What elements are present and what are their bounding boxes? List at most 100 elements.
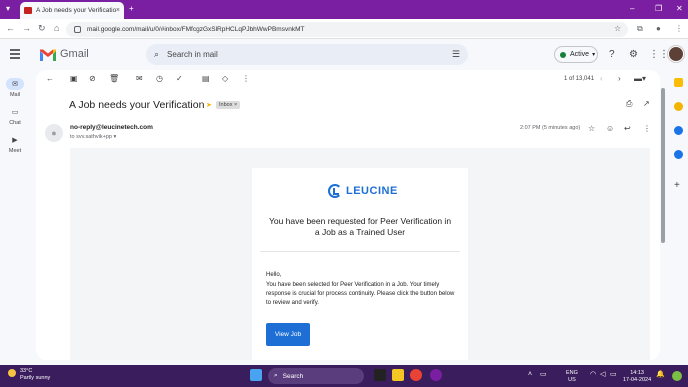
bookmark-star-icon[interactable]: ☆: [614, 24, 621, 33]
add-task-icon[interactable]: ✓: [176, 74, 183, 83]
browser-tab-bar: ▾ A Job needs your Verification - × + – …: [0, 0, 688, 19]
message-counter: 1 of 13,041: [564, 76, 595, 82]
close-window-icon[interactable]: ✕: [676, 4, 683, 13]
account-avatar[interactable]: [668, 46, 684, 62]
new-tab-icon[interactable]: +: [129, 4, 134, 13]
language-indicator[interactable]: ENG US: [566, 370, 578, 383]
leucine-logo: LEUCINE: [328, 184, 398, 198]
widget-status-icon[interactable]: [672, 371, 682, 381]
tab-list-icon[interactable]: ▾: [6, 4, 10, 13]
gmail-logo[interactable]: Gmail: [40, 48, 89, 61]
star-icon[interactable]: ☆: [588, 124, 595, 133]
email-body-background: LEUCINE You have been requested for Peer…: [70, 148, 650, 360]
gmail-m-icon: [40, 48, 56, 61]
gmail-favicon-icon: [24, 7, 32, 14]
status-label: Active: [570, 51, 590, 58]
weather-widget[interactable]: 33°C Partly sunny: [8, 368, 50, 382]
file-explorer-icon[interactable]: [392, 369, 404, 381]
wifi-icon[interactable]: ◠: [590, 371, 596, 379]
mark-unread-icon[interactable]: ✉: [136, 74, 143, 83]
get-addons-icon[interactable]: +: [674, 180, 680, 191]
mail-icon: ✉: [6, 78, 24, 90]
calendar-icon[interactable]: [674, 78, 683, 87]
clock-date: 17-04-2024: [623, 376, 652, 383]
chrome-profile-taskbar-icon[interactable]: [430, 369, 442, 381]
notifications-icon[interactable]: 🔔: [656, 371, 665, 379]
task-view-icon[interactable]: [374, 369, 386, 381]
home-icon[interactable]: ⌂: [54, 23, 59, 33]
view-job-button[interactable]: View Job: [266, 323, 310, 346]
site-info-icon[interactable]: [74, 26, 81, 33]
keep-icon[interactable]: [674, 102, 683, 111]
weather-temp: 33°C: [20, 368, 33, 374]
scrollbar[interactable]: [661, 88, 665, 243]
inbox-label-chip[interactable]: Inbox ×: [216, 101, 241, 109]
profile-icon[interactable]: ●: [656, 24, 661, 33]
browser-tab[interactable]: A Job needs your Verification - ×: [20, 2, 124, 19]
emoji-reaction-icon[interactable]: ☺: [606, 124, 614, 133]
chrome-menu-icon[interactable]: ⋮: [675, 24, 683, 33]
search-icon[interactable]: ⌕: [154, 49, 159, 60]
email-greeting: Hello,: [266, 272, 282, 278]
older-icon[interactable]: ›: [618, 74, 621, 83]
move-to-icon[interactable]: ▤: [202, 74, 210, 83]
clock[interactable]: 14:13 17-04-2024: [623, 370, 651, 383]
search-input[interactable]: Search in mail: [167, 50, 218, 59]
rail-label-chat: Chat: [9, 120, 21, 126]
more-options-icon[interactable]: ⋮: [242, 74, 250, 83]
rail-item-chat[interactable]: ▭ Chat: [0, 106, 30, 126]
tray-overflow-icon[interactable]: ˄: [528, 371, 532, 379]
search-options-icon[interactable]: ☰: [452, 49, 460, 60]
input-tools-icon[interactable]: ▬▾: [634, 74, 646, 83]
open-new-window-icon[interactable]: ↗: [643, 99, 650, 108]
gmail-header: Gmail ⌕ Search in mail ☰ Active ▾ ? ⚙ ⋮⋮: [0, 39, 688, 70]
recipient-details[interactable]: to svv.sathvik+pp ▾: [70, 134, 116, 140]
sender-email[interactable]: no-reply@leucinetech.com: [70, 124, 153, 131]
tasks-icon[interactable]: [674, 126, 683, 135]
print-icon[interactable]: ⎙: [626, 99, 632, 109]
main-menu-icon[interactable]: [10, 49, 20, 59]
label-icon[interactable]: ◇: [222, 74, 228, 83]
start-windows-icon[interactable]: [250, 369, 262, 381]
maximize-icon[interactable]: ❐: [655, 4, 662, 13]
rail-item-meet[interactable]: ▶ Meet: [0, 134, 30, 154]
back-icon[interactable]: ←: [6, 23, 15, 33]
support-icon[interactable]: ?: [609, 49, 615, 60]
volume-icon[interactable]: ◁: [600, 371, 605, 379]
rail-label-meet: Meet: [8, 148, 22, 154]
taskbar-search-label: Search: [282, 372, 304, 380]
battery-icon[interactable]: ▭: [610, 371, 617, 379]
extensions-icon[interactable]: ⧉: [637, 24, 643, 34]
rail-label-mail: Mail: [9, 92, 21, 98]
contacts-icon[interactable]: [674, 150, 683, 159]
minimize-icon[interactable]: –: [630, 4, 634, 13]
search-bar[interactable]: ⌕ Search in mail ☰: [146, 44, 468, 65]
report-spam-icon[interactable]: ⊘: [89, 74, 96, 83]
apps-grid-icon[interactable]: ⋮⋮: [649, 49, 669, 60]
status-dropdown[interactable]: Active ▾: [554, 46, 598, 63]
reply-icon[interactable]: ↩: [624, 124, 631, 133]
archive-icon[interactable]: ▣: [70, 74, 78, 83]
delete-icon[interactable]: 🗑: [109, 74, 119, 83]
rail-item-mail[interactable]: ✉ Mail: [0, 78, 30, 98]
address-bar[interactable]: mail.google.com/mail/u/0/#inbox/FMfcgzGx…: [66, 22, 628, 37]
chrome-taskbar-icon[interactable]: [410, 369, 422, 381]
taskbar-search[interactable]: ⌕ Search: [268, 368, 364, 384]
reload-icon[interactable]: ↻: [38, 23, 46, 34]
close-tab-icon[interactable]: ×: [116, 7, 120, 14]
back-to-inbox-icon[interactable]: ←: [46, 74, 54, 83]
meet-video-icon: ▶: [12, 137, 18, 144]
brand-name: LEUCINE: [346, 185, 398, 197]
message-more-icon[interactable]: ⋮: [643, 124, 651, 133]
message-toolbar: ← ▣ ⊘ 🗑 ✉ ◷ ✓ ▤ ◇ ⋮ 1 of 13,041 ‹ › ▬▾: [36, 70, 660, 88]
chevron-down-icon: ▾: [592, 52, 596, 58]
snooze-icon[interactable]: ◷: [156, 74, 163, 83]
message-time: 2:07 PM (5 minutes ago): [520, 125, 581, 131]
gmail-logo-text: Gmail: [60, 48, 89, 60]
sun-icon: [8, 369, 16, 377]
importance-marker-icon[interactable]: ➤: [206, 101, 212, 109]
forward-icon[interactable]: →: [22, 23, 31, 33]
settings-gear-icon[interactable]: ⚙: [629, 49, 638, 60]
tray-app-icon[interactable]: ▭: [540, 371, 547, 379]
newer-icon[interactable]: ‹: [600, 74, 603, 83]
